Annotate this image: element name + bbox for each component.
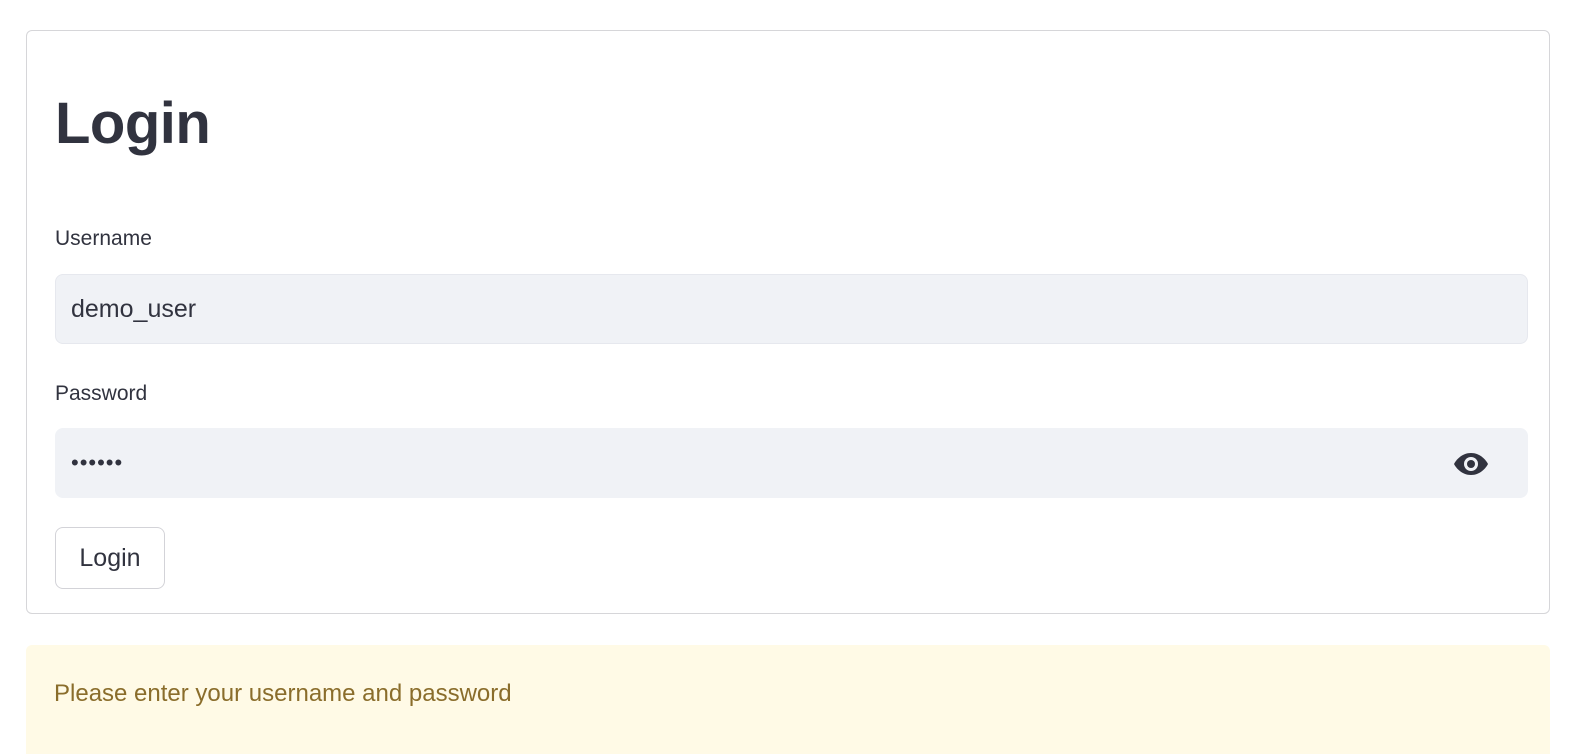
password-field-container[interactable] xyxy=(55,428,1528,498)
page-title: Login xyxy=(55,91,211,156)
username-field-container[interactable] xyxy=(55,274,1528,344)
show-password-toggle[interactable] xyxy=(1453,450,1489,478)
password-label: Password xyxy=(55,382,148,405)
password-field[interactable] xyxy=(71,429,1451,497)
alert-message: Please enter your username and password xyxy=(54,680,512,707)
login-form: Login Username Password Login xyxy=(26,30,1550,614)
username-field[interactable] xyxy=(71,275,1451,343)
eye-icon xyxy=(1454,453,1488,475)
warning-alert: Please enter your username and password xyxy=(26,645,1550,754)
username-label: Username xyxy=(55,227,152,250)
login-button[interactable]: Login xyxy=(55,527,165,589)
